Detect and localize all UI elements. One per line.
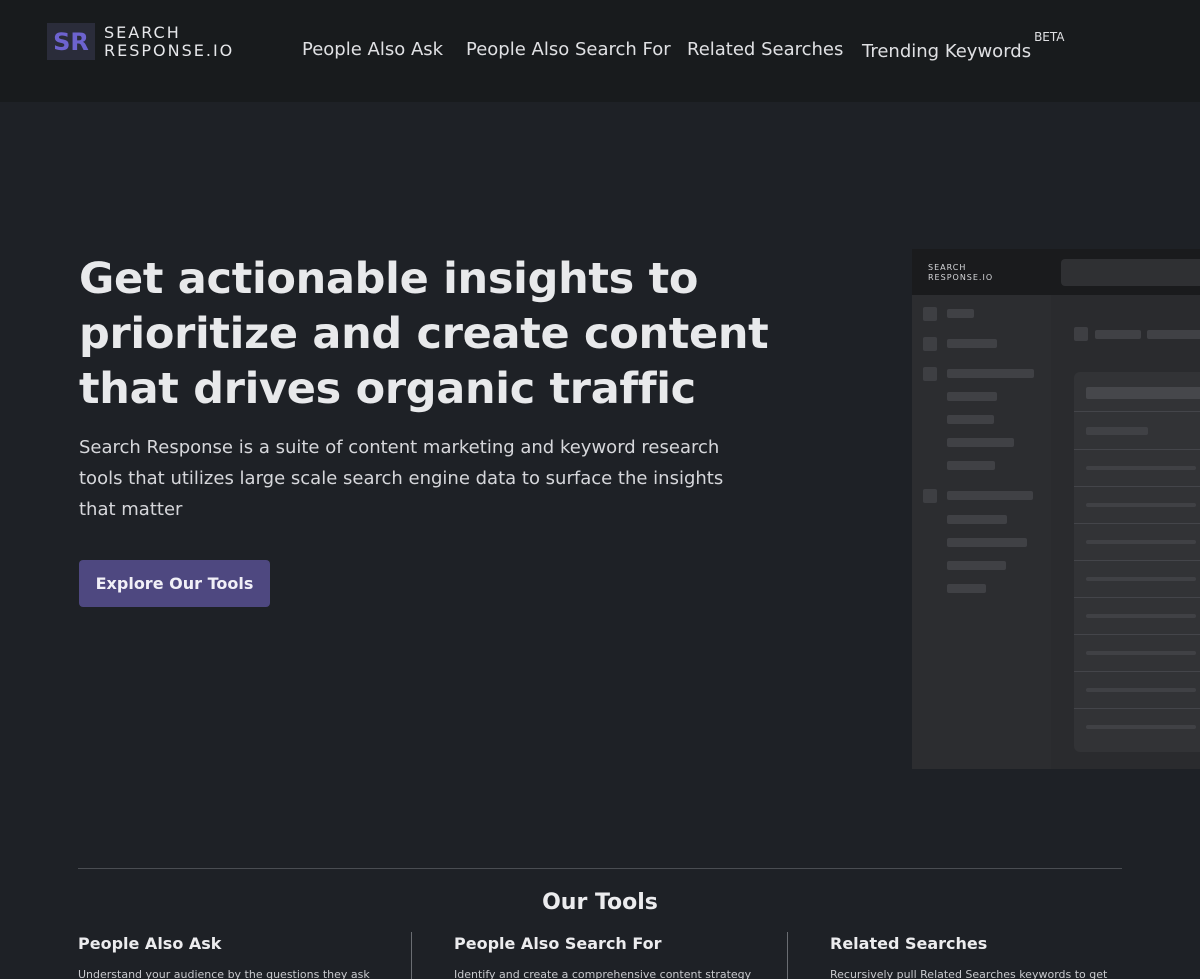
site-header: SR SEARCH RESPONSE.IO People Also Ask Pe… (0, 0, 1200, 102)
preview-row-divider (1074, 708, 1200, 709)
preview-row-divider (1074, 486, 1200, 487)
preview-row (1086, 651, 1196, 655)
preview-row (1086, 614, 1196, 618)
preview-row (1086, 503, 1196, 507)
tool-separator (787, 932, 788, 979)
preview-row (1086, 725, 1196, 729)
logo[interactable]: SR SEARCH RESPONSE.IO (47, 23, 234, 60)
preview-sidebar-subitem (947, 515, 1007, 524)
preview-sidebar-item (947, 339, 997, 348)
preview-sidebar-subitem (947, 584, 986, 593)
preview-row (1086, 540, 1196, 544)
preview-sidebar-subitem (947, 538, 1027, 547)
logo-mark: SR (47, 23, 95, 60)
tool-card-people-also-search-for[interactable]: People Also Search For Identify and crea… (454, 934, 774, 979)
logo-line-2: RESPONSE.IO (104, 40, 235, 60)
preview-logo: SEARCH RESPONSE.IO (928, 263, 993, 283)
preview-sidebar-subitem (947, 438, 1014, 447)
preview-row-divider (1074, 411, 1200, 412)
tool-card-title: People Also Search For (454, 934, 662, 953)
nav-people-also-search-for[interactable]: People Also Search For (466, 39, 671, 60)
preview-logo-line-1: SEARCH (928, 263, 967, 272)
preview-row (1086, 577, 1196, 581)
preview-topbar: SEARCH RESPONSE.IO (912, 249, 1200, 295)
preview-row (1086, 688, 1196, 692)
preview-sidebar-subitem (947, 561, 1006, 570)
nav-trending-keywords[interactable]: Trending KeywordsBETA (862, 30, 1065, 62)
preview-row-divider (1074, 671, 1200, 672)
tool-card-related-searches[interactable]: Related Searches Recursively pull Relate… (830, 934, 1150, 979)
beta-badge: BETA (1034, 30, 1065, 44)
tool-card-description: Understand your audience by the question… (78, 968, 370, 979)
nav-people-also-ask[interactable]: People Also Ask (302, 39, 443, 60)
preview-card-subtitle (1086, 427, 1148, 435)
logo-line-1: SEARCH (104, 22, 181, 42)
tool-card-people-also-ask[interactable]: People Also Ask Understand your audience… (78, 934, 398, 979)
hero-subtitle: Search Response is a suite of content ma… (79, 437, 724, 520)
preview-card-title (1086, 387, 1200, 399)
preview-sidebar-icon (923, 367, 937, 381)
hero-title: Get actionable insights to prioritize an… (79, 254, 769, 414)
tool-card-description: Recursively pull Related Searches keywor… (830, 968, 1108, 979)
preview-sidebar-subitem (947, 392, 997, 401)
preview-sidebar-icon (923, 337, 937, 351)
our-tools-heading: Our Tools (542, 890, 658, 915)
preview-sidebar-subitem (947, 415, 994, 424)
preview-sidebar-item (947, 309, 974, 318)
tool-separator (411, 932, 412, 979)
preview-row-divider (1074, 523, 1200, 524)
tool-card-description: Identify and create a comprehensive cont… (454, 968, 752, 979)
nav-trending-keywords-label: Trending Keywords (862, 41, 1032, 62)
tool-card-title: Related Searches (830, 934, 988, 953)
preview-row-divider (1074, 634, 1200, 635)
preview-breadcrumb (1147, 330, 1200, 339)
preview-sidebar-icon (923, 489, 937, 503)
app-preview-image: SEARCH RESPONSE.IO (912, 249, 1200, 769)
preview-main-icon (1074, 327, 1088, 341)
preview-logo-line-2: RESPONSE.IO (928, 273, 994, 282)
preview-sidebar-item (947, 369, 1034, 378)
nav-related-searches[interactable]: Related Searches (687, 39, 843, 60)
preview-row (1086, 466, 1196, 470)
logo-wordmark: SEARCH RESPONSE.IO (104, 22, 235, 60)
preview-sidebar-item (947, 491, 1033, 500)
preview-sidebar-icon (923, 307, 937, 321)
preview-row-divider (1074, 449, 1200, 450)
preview-row-divider (1074, 597, 1200, 598)
preview-search-bar (1061, 259, 1200, 286)
preview-row-divider (1074, 560, 1200, 561)
section-divider (78, 868, 1122, 869)
preview-breadcrumb (1095, 330, 1141, 339)
explore-tools-button[interactable]: Explore Our Tools (79, 560, 270, 607)
tool-card-title: People Also Ask (78, 934, 222, 953)
preview-sidebar-subitem (947, 461, 995, 470)
